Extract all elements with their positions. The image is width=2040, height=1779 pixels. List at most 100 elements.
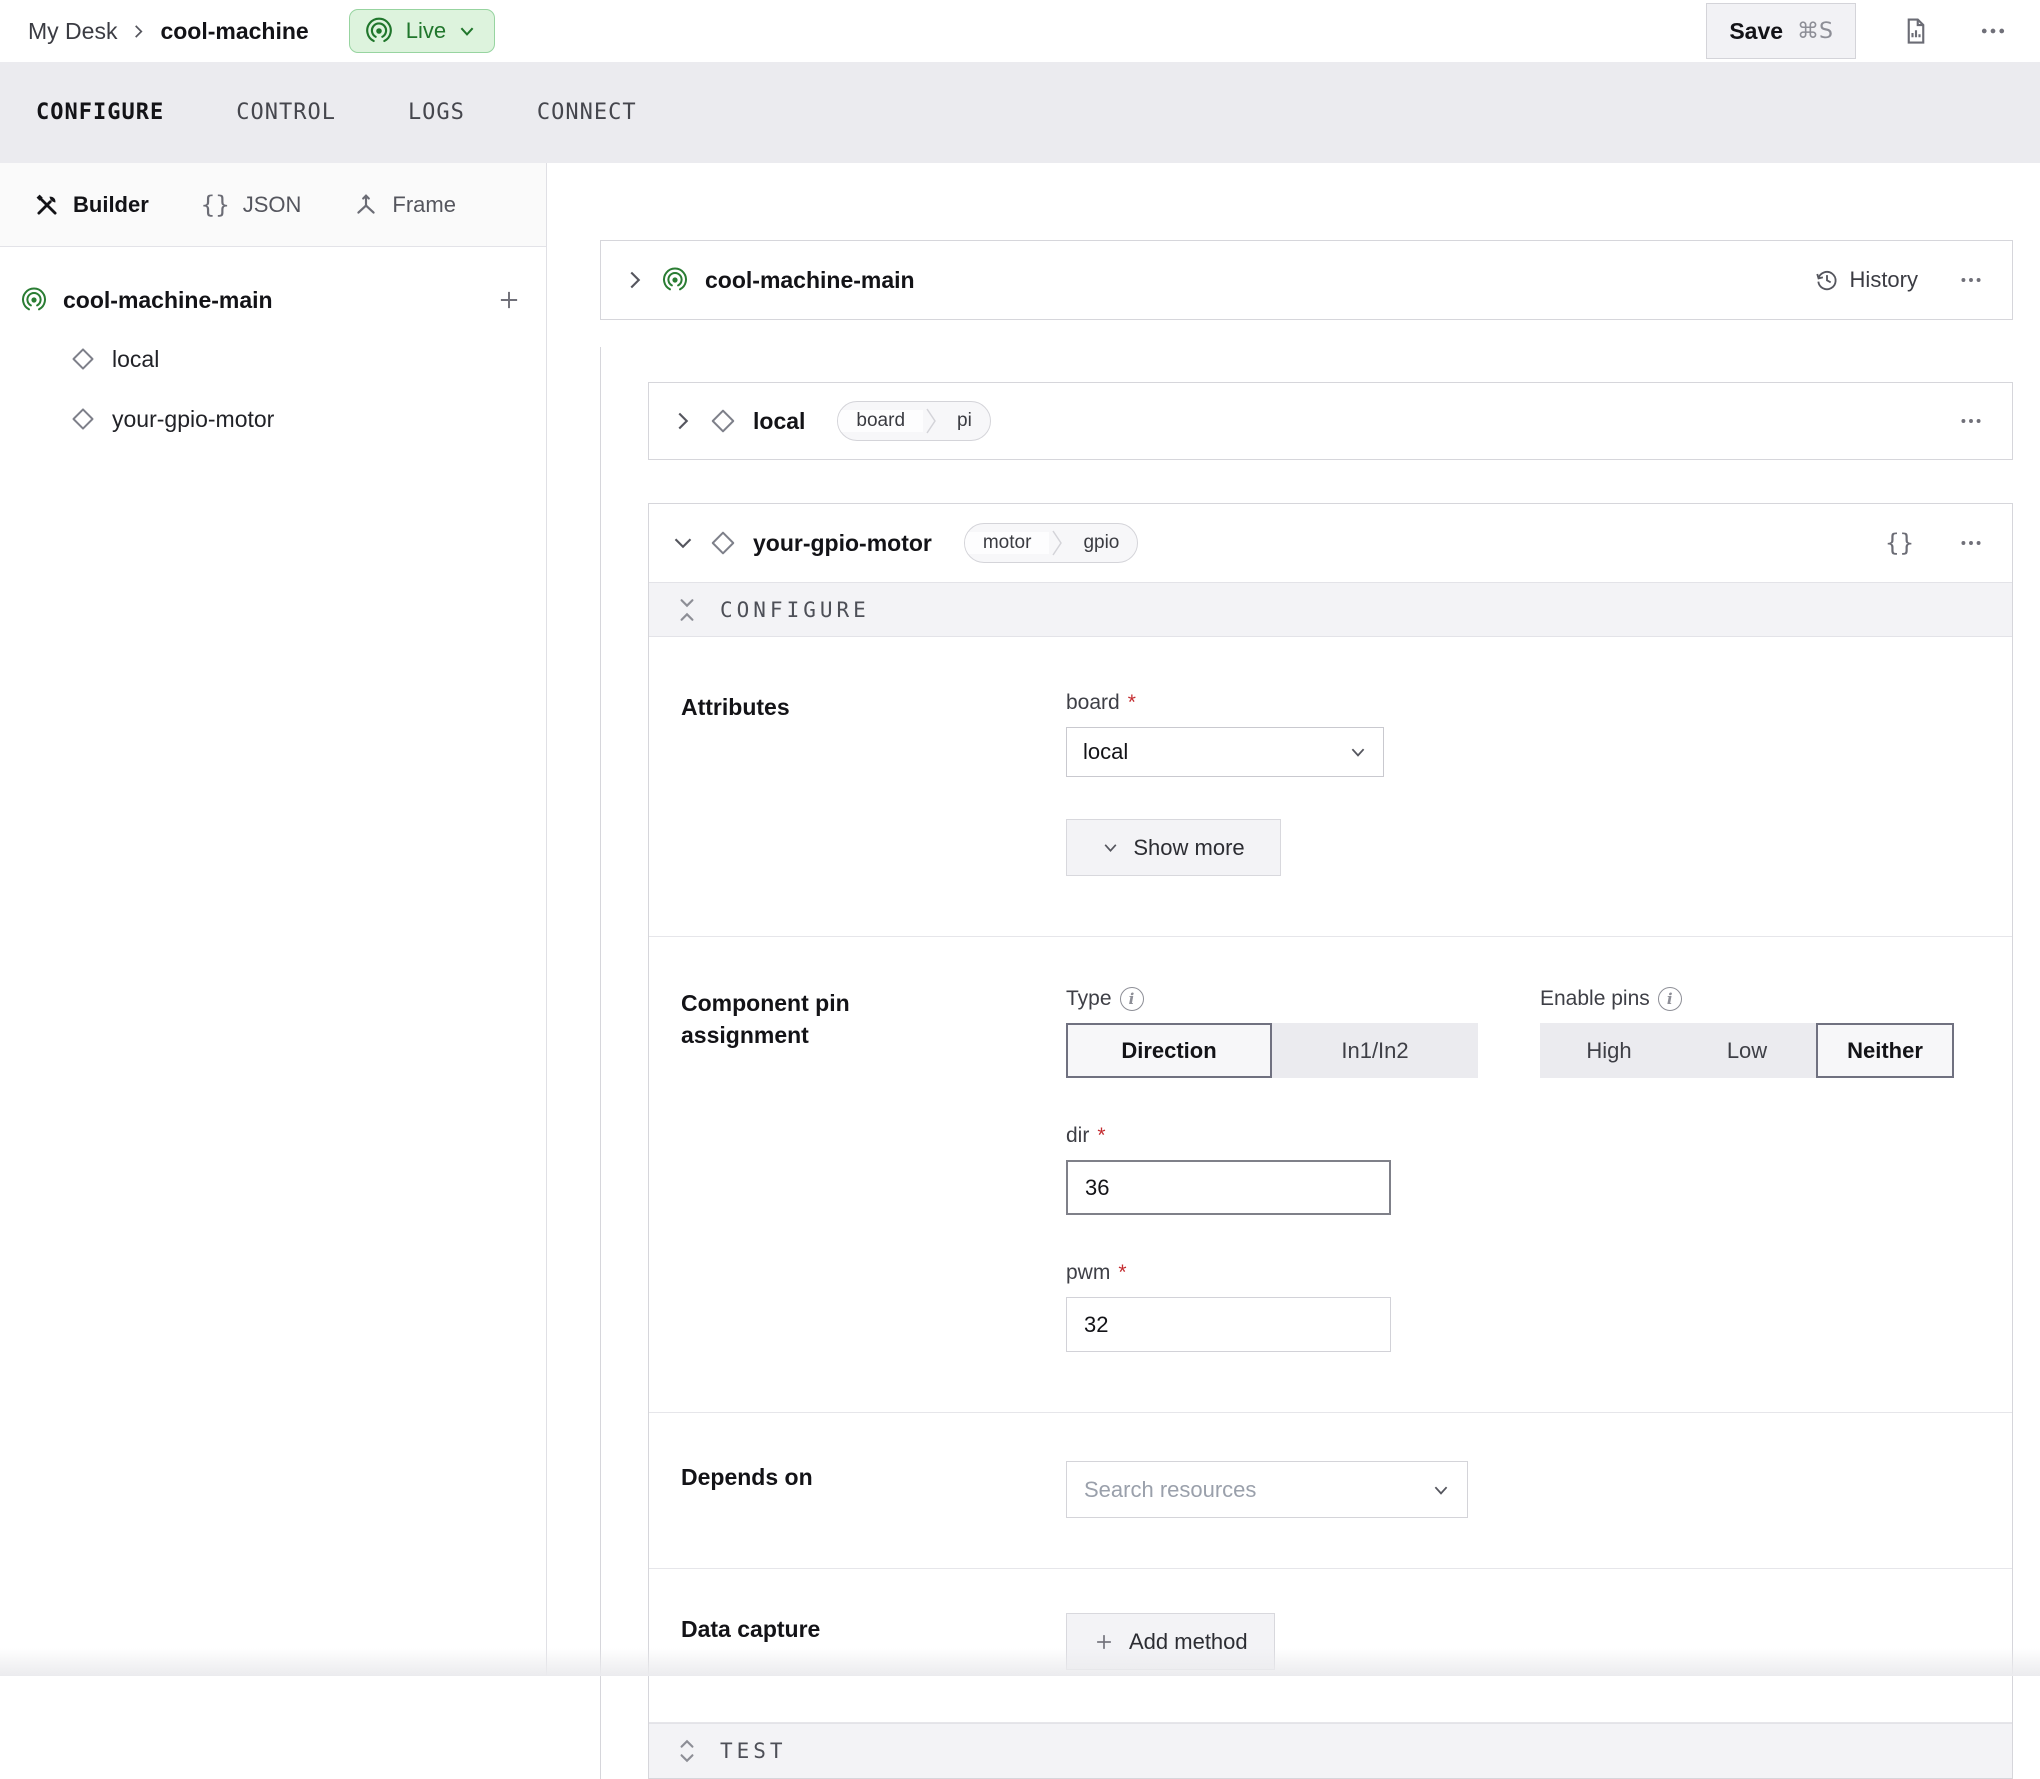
- json-braces-icon: {}: [201, 191, 230, 219]
- configure-mode-switcher: Builder {} JSON Frame: [0, 163, 546, 247]
- history-button[interactable]: History: [1814, 267, 1918, 293]
- data-capture-row: Data capture Add method: [649, 1569, 2012, 1723]
- attributes-row-label: Attributes: [681, 691, 941, 876]
- workspace: Builder {} JSON Frame: [0, 163, 2040, 1676]
- badge-divider-chevron: [923, 401, 939, 441]
- local-type-badge: board pi: [837, 401, 990, 441]
- frame-axes-icon: [353, 192, 379, 218]
- add-resource-button[interactable]: [496, 287, 522, 313]
- board-select[interactable]: local: [1066, 727, 1384, 777]
- enable-option-low[interactable]: Low: [1678, 1023, 1816, 1078]
- mode-frame-label: Frame: [392, 192, 456, 218]
- local-card-title: local: [753, 408, 805, 435]
- file-chart-icon: [1900, 16, 1930, 46]
- configure-sidebar: Builder {} JSON Frame: [0, 163, 547, 1676]
- show-more-button[interactable]: Show more: [1066, 819, 1281, 876]
- depends-on-search-input[interactable]: [1084, 1477, 1432, 1503]
- part-menu-button[interactable]: [1954, 263, 1988, 297]
- part-broadcast-icon: [20, 286, 48, 314]
- history-label: History: [1850, 267, 1918, 293]
- depends-on-select[interactable]: [1066, 1461, 1468, 1518]
- local-menu-button[interactable]: [1954, 404, 1988, 438]
- configure-main-panel: cool-machine-main History: [547, 163, 2040, 1676]
- pwm-input[interactable]: [1066, 1297, 1391, 1352]
- tab-connect[interactable]: CONNECT: [537, 100, 637, 125]
- depends-on-row: Depends on: [649, 1413, 2012, 1569]
- part-children-group: local board pi: [600, 347, 2013, 1779]
- resource-tree: cool-machine-main local your-gpi: [0, 247, 546, 449]
- show-more-label: Show more: [1133, 835, 1244, 861]
- motor-menu-button[interactable]: [1954, 526, 1988, 560]
- info-icon[interactable]: i: [1658, 987, 1682, 1011]
- badge-divider-chevron: [1049, 523, 1065, 563]
- type-field-label: Type: [1066, 987, 1112, 1011]
- tab-control[interactable]: CONTROL: [236, 100, 336, 125]
- gpio-motor-card: your-gpio-motor motor gpio {}: [648, 503, 2013, 1779]
- type-segmented-control: Direction In1/In2: [1066, 1023, 1478, 1078]
- gpio-motor-card-title: your-gpio-motor: [753, 530, 932, 557]
- enable-pins-control-group: Enable pins i High Low Neither: [1540, 987, 1954, 1078]
- mode-frame[interactable]: Frame: [353, 192, 456, 218]
- test-section-bar[interactable]: TEST: [649, 1723, 2012, 1778]
- test-section-label: TEST: [720, 1739, 787, 1763]
- required-asterisk: *: [1118, 1261, 1126, 1285]
- configure-section-bar[interactable]: CONFIGURE: [649, 582, 2012, 637]
- board-select-value: local: [1083, 739, 1128, 765]
- mode-json[interactable]: {} JSON: [201, 191, 302, 219]
- tree-item-local[interactable]: local: [0, 329, 546, 389]
- machine-tab-bar: CONFIGURE CONTROL LOGS CONNECT: [0, 62, 2040, 163]
- component-diamond-icon: [709, 529, 737, 557]
- machine-menu-button[interactable]: [1974, 12, 2012, 50]
- ellipsis-icon: [1958, 530, 1984, 556]
- mode-builder-label: Builder: [73, 192, 149, 218]
- live-broadcast-icon: [364, 16, 394, 46]
- chevron-down-icon: [1432, 1481, 1450, 1499]
- badge-type: board: [838, 410, 923, 432]
- pin-assignment-row-label: Component pin assignment: [681, 987, 941, 1352]
- depends-on-row-label: Depends on: [681, 1461, 941, 1518]
- save-label: Save: [1729, 18, 1783, 45]
- add-method-button[interactable]: Add method: [1066, 1613, 1275, 1670]
- component-diamond-icon: [70, 406, 96, 432]
- mode-builder[interactable]: Builder: [34, 192, 149, 218]
- builder-tools-icon: [34, 192, 60, 218]
- enable-option-high[interactable]: High: [1540, 1023, 1678, 1078]
- badge-model: gpio: [1065, 532, 1137, 554]
- machine-report-button[interactable]: [1896, 12, 1934, 50]
- enable-option-neither[interactable]: Neither: [1816, 1023, 1954, 1078]
- expand-chevron-right-icon[interactable]: [625, 270, 645, 290]
- tree-part-label: cool-machine-main: [63, 287, 273, 314]
- tree-item-gpio-motor[interactable]: your-gpio-motor: [0, 389, 546, 449]
- required-asterisk: *: [1128, 691, 1136, 715]
- type-option-direction[interactable]: Direction: [1066, 1023, 1272, 1078]
- tab-logs[interactable]: LOGS: [408, 100, 465, 125]
- expand-chevron-right-icon[interactable]: [673, 411, 693, 431]
- dir-field: dir *: [1066, 1124, 1980, 1215]
- tree-item-part-main[interactable]: cool-machine-main: [0, 271, 546, 329]
- part-broadcast-icon: [661, 266, 689, 294]
- pwm-field: pwm *: [1066, 1261, 1980, 1352]
- part-card-title: cool-machine-main: [705, 267, 915, 294]
- expand-unfold-icon: [676, 1738, 698, 1764]
- save-button[interactable]: Save ⌘S: [1706, 3, 1856, 59]
- type-option-in1in2[interactable]: In1/In2: [1272, 1023, 1478, 1078]
- collapse-chevron-down-icon[interactable]: [673, 533, 693, 553]
- top-bar: My Desk cool-machine Live Save ⌘S: [0, 0, 2040, 62]
- tree-local-label: local: [112, 346, 159, 373]
- tab-configure[interactable]: CONFIGURE: [36, 100, 164, 125]
- data-capture-row-label: Data capture: [681, 1613, 941, 1670]
- save-shortcut: ⌘S: [1797, 19, 1833, 44]
- configure-section-label: CONFIGURE: [720, 598, 870, 622]
- view-json-button[interactable]: {}: [1881, 525, 1918, 561]
- info-icon[interactable]: i: [1120, 987, 1144, 1011]
- machine-status-dropdown[interactable]: Live: [349, 9, 495, 53]
- machine-status-label: Live: [406, 18, 446, 44]
- component-diamond-icon: [709, 407, 737, 435]
- dir-input[interactable]: [1066, 1160, 1391, 1215]
- breadcrumb-parent[interactable]: My Desk: [28, 18, 117, 45]
- dir-field-label: dir: [1066, 1124, 1089, 1148]
- chevron-down-icon: [1102, 839, 1119, 856]
- pin-assignment-row: Component pin assignment Type i Directio…: [649, 937, 2012, 1413]
- required-asterisk: *: [1097, 1124, 1105, 1148]
- gpio-motor-card-header: your-gpio-motor motor gpio {}: [649, 504, 2012, 582]
